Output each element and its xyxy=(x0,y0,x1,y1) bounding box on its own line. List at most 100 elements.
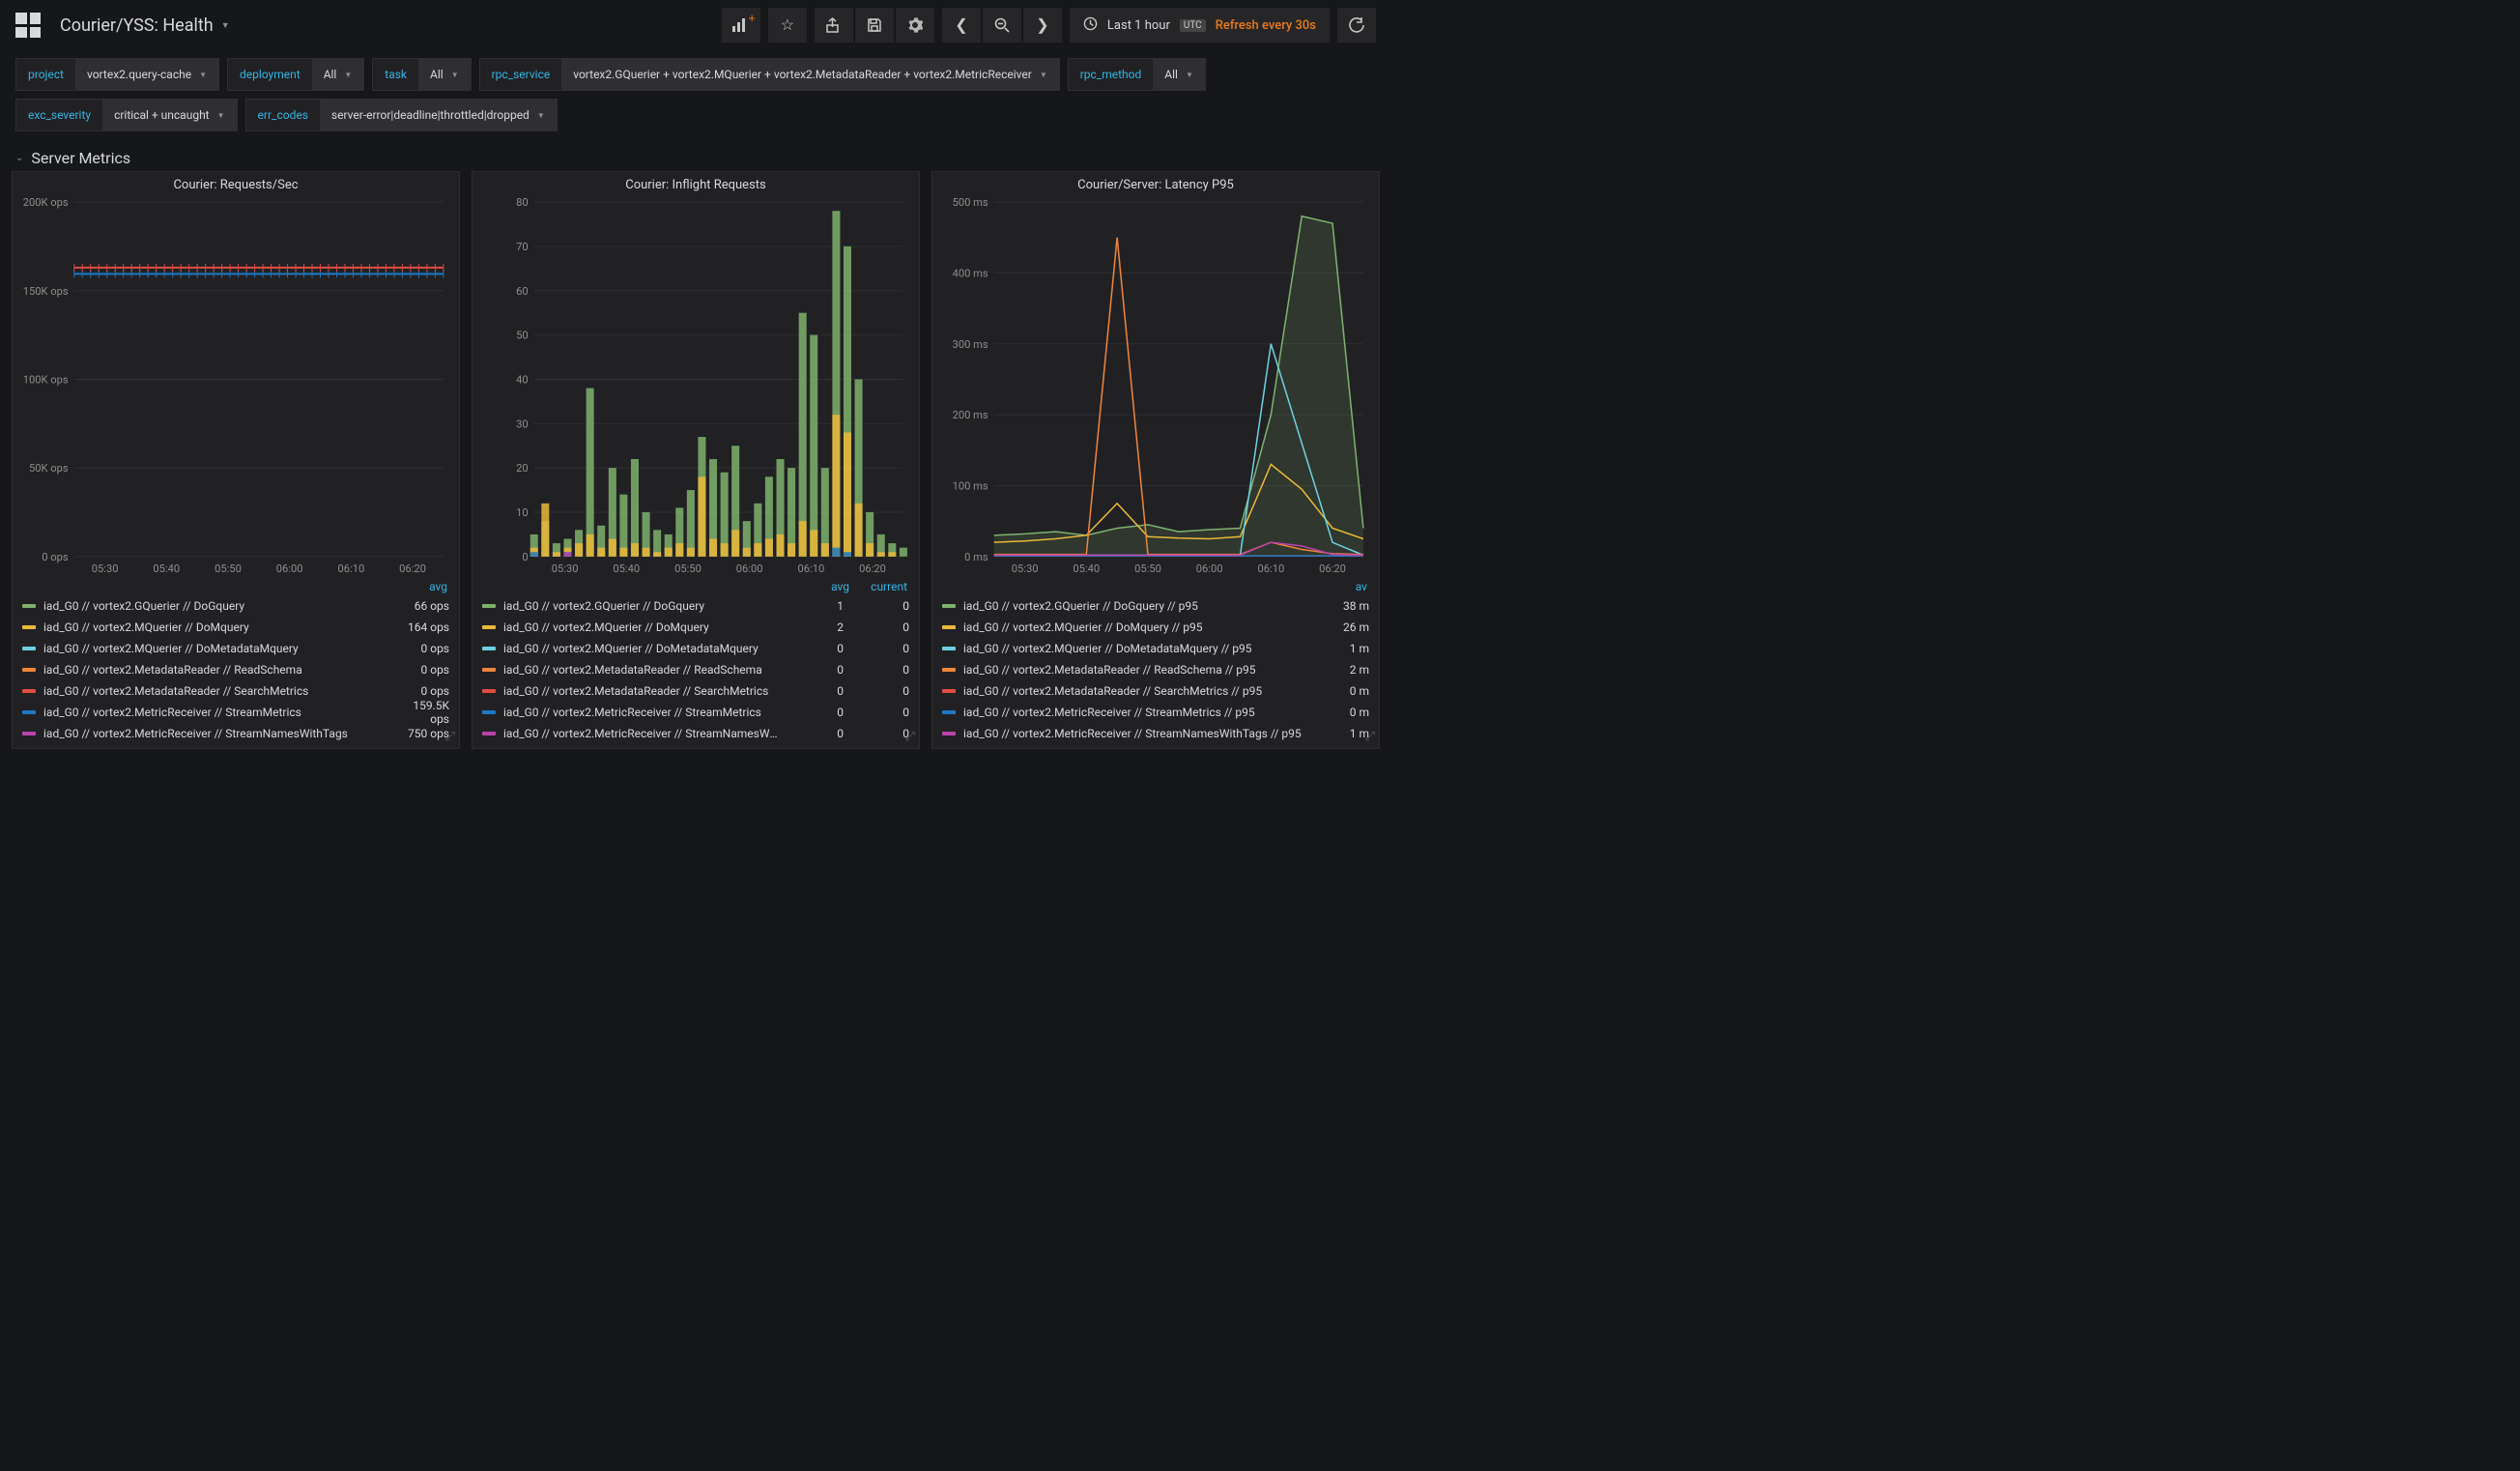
resize-handle-icon[interactable]: ⤢ xyxy=(445,730,455,744)
panel[interactable]: Courier: Requests/Sec0 ops50K ops100K op… xyxy=(12,171,460,749)
svg-text:10: 10 xyxy=(516,506,529,519)
legend-row[interactable]: iad_G0 // vortex2.MQuerier // DoMquery20 xyxy=(482,617,909,638)
legend-col-header[interactable]: av xyxy=(1309,580,1367,593)
legend-row[interactable]: iad_G0 // vortex2.MQuerier // DoMquery16… xyxy=(22,617,449,638)
legend-row[interactable]: iad_G0 // vortex2.MQuerier // DoMetadata… xyxy=(942,638,1369,659)
legend-header: avgcurrent xyxy=(472,580,919,595)
legend-swatch xyxy=(22,710,36,714)
app-logo-icon[interactable] xyxy=(15,13,41,38)
svg-text:50: 50 xyxy=(516,330,529,342)
legend-row[interactable]: iad_G0 // vortex2.GQuerier // DoGquery /… xyxy=(942,595,1369,617)
legend-swatch xyxy=(22,668,36,672)
share-button[interactable] xyxy=(815,8,853,43)
settings-button[interactable] xyxy=(896,8,934,43)
variable-label: rpc_method xyxy=(1069,68,1154,81)
star-button[interactable]: ☆ xyxy=(768,8,807,43)
variable-project[interactable]: project vortex2.query-cache▼ xyxy=(15,58,219,91)
legend-col-header[interactable]: avg xyxy=(791,580,849,593)
svg-text:06:20: 06:20 xyxy=(1319,562,1346,575)
svg-text:70: 70 xyxy=(516,241,529,253)
svg-text:06:20: 06:20 xyxy=(859,562,886,575)
panel[interactable]: Courier/Server: Latency P950 ms100 ms200… xyxy=(931,171,1380,749)
legend-row[interactable]: iad_G0 // vortex2.MetadataReader // Read… xyxy=(482,659,909,680)
variable-exc_severity[interactable]: exc_severity critical + uncaught▼ xyxy=(15,99,238,131)
legend-row[interactable]: iad_G0 // vortex2.MetricReceiver // Stre… xyxy=(22,702,449,723)
variable-task[interactable]: task All▼ xyxy=(372,58,471,91)
legend-series-name: iad_G0 // vortex2.GQuerier // DoGquery xyxy=(43,599,384,613)
legend-col-header[interactable]: current xyxy=(849,580,907,593)
legend-row[interactable]: iad_G0 // vortex2.MetadataReader // Read… xyxy=(942,659,1369,680)
panel-title: Courier/Server: Latency P95 xyxy=(932,172,1379,194)
legend-swatch xyxy=(482,647,496,650)
legend-row[interactable]: iad_G0 // vortex2.MetricReceiver // Stre… xyxy=(482,723,909,744)
legend-row[interactable]: iad_G0 // vortex2.MQuerier // DoMquery /… xyxy=(942,617,1369,638)
legend-value: 0 xyxy=(786,642,844,655)
svg-text:05:50: 05:50 xyxy=(215,562,242,575)
svg-text:150K ops: 150K ops xyxy=(23,285,69,298)
legend-row[interactable]: iad_G0 // vortex2.MetricReceiver // Stre… xyxy=(942,723,1369,744)
legend-series-name: iad_G0 // vortex2.MQuerier // DoMetadata… xyxy=(963,642,1303,655)
panel[interactable]: Courier: Inflight Requests01020304050607… xyxy=(472,171,920,749)
variable-value: critical + uncaught▼ xyxy=(102,100,236,130)
legend-series-name: iad_G0 // vortex2.MetadataReader // Read… xyxy=(43,663,384,677)
legend-swatch xyxy=(22,689,36,693)
variable-deployment[interactable]: deployment All▼ xyxy=(227,58,364,91)
panel-chart[interactable]: 0 ops50K ops100K ops150K ops200K ops05:3… xyxy=(13,194,459,580)
svg-text:05:40: 05:40 xyxy=(1073,562,1100,575)
svg-text:05:50: 05:50 xyxy=(674,562,702,575)
time-forward-button[interactable]: ❯ xyxy=(1023,8,1062,43)
section-row[interactable]: ⌄ Server Metrics xyxy=(0,139,1391,171)
legend-row[interactable]: iad_G0 // vortex2.MetricReceiver // Stre… xyxy=(22,723,449,744)
legend-row[interactable]: iad_G0 // vortex2.MetricReceiver // Stre… xyxy=(482,702,909,723)
legend-row[interactable]: iad_G0 // vortex2.MQuerier // DoMetadata… xyxy=(482,638,909,659)
legend-row[interactable]: iad_G0 // vortex2.MQuerier // DoMetadata… xyxy=(22,638,449,659)
caret-down-icon: ▼ xyxy=(1186,71,1193,79)
variable-err_codes[interactable]: err_codes server-error|deadline|throttle… xyxy=(245,99,558,131)
svg-text:400 ms: 400 ms xyxy=(953,267,988,279)
legend-col-header[interactable]: avg xyxy=(389,580,447,593)
legend-value: 0 xyxy=(851,599,909,613)
legend-row[interactable]: iad_G0 // vortex2.MetadataReader // Sear… xyxy=(942,680,1369,702)
time-range-button[interactable]: Last 1 hour UTC Refresh every 30s xyxy=(1070,8,1330,43)
legend-row[interactable]: iad_G0 // vortex2.MetadataReader // Read… xyxy=(22,659,449,680)
legend-row[interactable]: iad_G0 // vortex2.MetadataReader // Sear… xyxy=(482,680,909,702)
legend-series-name: iad_G0 // vortex2.GQuerier // DoGquery xyxy=(503,599,778,613)
svg-text:05:40: 05:40 xyxy=(153,562,180,575)
dashboard-title-dropdown[interactable]: Courier/YSS: Health ▼ xyxy=(60,15,230,36)
svg-text:0 ops: 0 ops xyxy=(42,551,69,563)
legend-series-name: iad_G0 // vortex2.MetricReceiver // Stre… xyxy=(503,706,778,719)
save-button[interactable] xyxy=(855,8,894,43)
add-panel-button[interactable]: + xyxy=(722,8,760,43)
legend-series-name: iad_G0 // vortex2.MetricReceiver // Stre… xyxy=(43,727,384,740)
legend-swatch xyxy=(22,647,36,650)
legend-row[interactable]: iad_G0 // vortex2.GQuerier // DoGquery66… xyxy=(22,595,449,617)
panel-chart[interactable]: 0 ms100 ms200 ms300 ms400 ms500 ms05:300… xyxy=(932,194,1379,580)
legend-value: 0 m xyxy=(1311,684,1369,698)
refresh-button[interactable] xyxy=(1337,8,1376,43)
svg-text:06:10: 06:10 xyxy=(797,562,824,575)
legend-value: 0 xyxy=(786,684,844,698)
legend-swatch xyxy=(22,625,36,629)
legend-row[interactable]: iad_G0 // vortex2.MetadataReader // Sear… xyxy=(22,680,449,702)
resize-handle-icon[interactable]: ⤢ xyxy=(1365,730,1375,744)
legend-series-name: iad_G0 // vortex2.MetricReceiver // Stre… xyxy=(503,727,778,740)
legend-value: 1 xyxy=(786,599,844,613)
zoom-out-button[interactable] xyxy=(983,8,1021,43)
svg-text:0: 0 xyxy=(522,551,528,563)
panel-chart[interactable]: 0102030405060708005:3005:4005:5006:0006:… xyxy=(472,194,919,580)
legend-series-name: iad_G0 // vortex2.MQuerier // DoMetadata… xyxy=(43,642,384,655)
legend-row[interactable]: iad_G0 // vortex2.MetricReceiver // Stre… xyxy=(942,702,1369,723)
variable-label: exc_severity xyxy=(16,108,102,122)
svg-text:80: 80 xyxy=(516,196,529,209)
legend-row[interactable]: iad_G0 // vortex2.GQuerier // DoGquery 10 xyxy=(482,595,909,617)
panel-title: Courier: Requests/Sec xyxy=(13,172,459,194)
clock-icon xyxy=(1083,16,1098,35)
variable-label: project xyxy=(16,68,75,81)
resize-handle-icon[interactable]: ⤢ xyxy=(905,730,915,744)
time-back-button[interactable]: ❮ xyxy=(942,8,981,43)
variable-rpc_service[interactable]: rpc_service vortex2.GQuerier + vortex2.M… xyxy=(479,58,1060,91)
variable-rpc_method[interactable]: rpc_method All▼ xyxy=(1068,58,1206,91)
legend-swatch xyxy=(942,604,956,608)
legend-swatch xyxy=(942,732,956,736)
svg-text:06:20: 06:20 xyxy=(399,562,426,575)
